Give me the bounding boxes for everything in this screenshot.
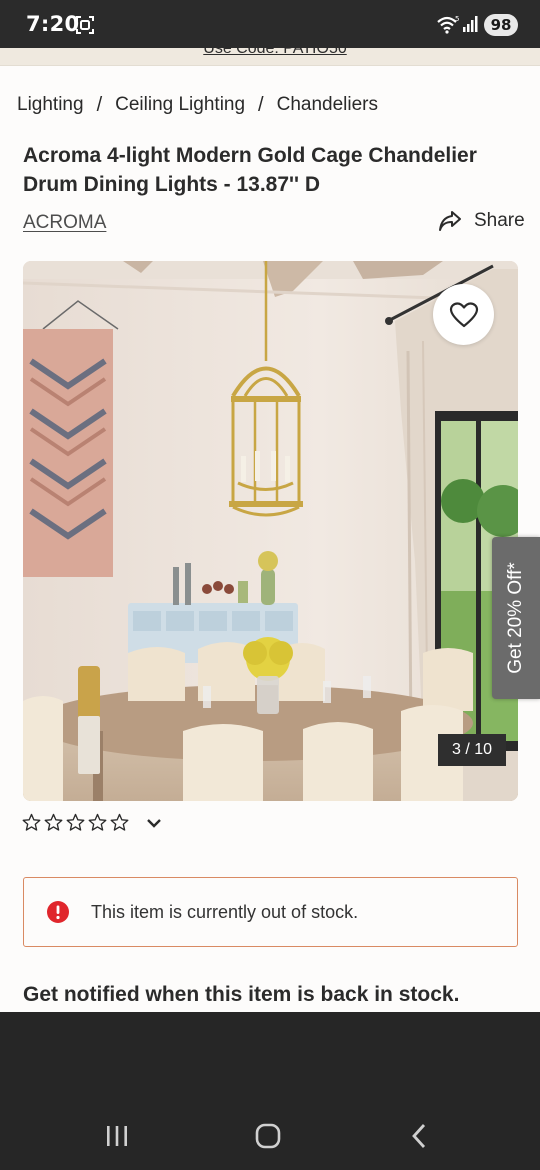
notify-heading: Get notified when this item is back in s…: [23, 983, 460, 1006]
product-image[interactable]: 3 / 10: [23, 261, 518, 801]
screen-capture-icon: [76, 16, 94, 34]
breadcrumb-separator: /: [96, 93, 103, 116]
battery-indicator: 98: [484, 14, 518, 36]
out-of-stock-message: This item is currently out of stock.: [91, 901, 359, 922]
star-icon: [66, 813, 85, 831]
promo-code-text[interactable]: Use Code: PATIO50: [0, 48, 540, 58]
discount-tab-label: Get 20% Off*: [505, 562, 526, 674]
product-photo: [23, 261, 518, 801]
out-of-stock-alert: This item is currently out of stock.: [23, 877, 518, 947]
discount-tab[interactable]: Get 20% Off*: [492, 537, 540, 699]
image-counter: 3 / 10: [438, 734, 506, 766]
wifi-icon: 5: [437, 15, 459, 34]
breadcrumb-chandeliers[interactable]: Chandeliers: [277, 94, 378, 116]
star-icon: [110, 813, 129, 831]
rating-stars[interactable]: [22, 813, 162, 832]
alert-icon: [47, 901, 69, 923]
breadcrumb-separator: /: [258, 93, 264, 116]
share-icon: [439, 211, 461, 231]
promo-banner[interactable]: Use Code: PATIO50: [0, 48, 540, 66]
status-time: 7:20: [26, 12, 80, 36]
star-icon: [44, 813, 63, 831]
share-label: Share: [474, 210, 525, 231]
breadcrumb-lighting[interactable]: Lighting: [17, 94, 84, 116]
signal-icon: [463, 16, 478, 32]
home-icon[interactable]: [253, 1122, 283, 1150]
star-icon: [22, 813, 41, 831]
chevron-down-icon[interactable]: [146, 817, 162, 829]
system-nav-bar: [0, 1012, 540, 1170]
breadcrumb: Lighting / Ceiling Lighting / Chandelier…: [17, 92, 378, 118]
svg-text:5: 5: [455, 15, 459, 23]
product-title: Acroma 4-light Modern Gold Cage Chandeli…: [23, 144, 477, 196]
favorite-button[interactable]: [433, 284, 494, 345]
recents-icon[interactable]: [102, 1122, 132, 1150]
share-button[interactable]: Share: [438, 210, 525, 232]
product-page: Use Code: PATIO50 Lighting / Ceiling Lig…: [0, 48, 540, 1012]
status-bar: 7:20 5 98: [0, 0, 540, 48]
brand-link[interactable]: ACROMA: [23, 212, 106, 234]
star-icon: [88, 813, 107, 831]
heart-icon: [449, 301, 478, 327]
back-icon[interactable]: [405, 1122, 435, 1150]
breadcrumb-ceiling-lighting[interactable]: Ceiling Lighting: [115, 94, 245, 116]
